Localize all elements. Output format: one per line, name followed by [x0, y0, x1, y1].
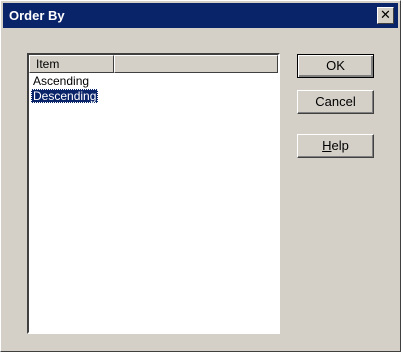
- list-item-label: Descending: [31, 89, 99, 103]
- cancel-button[interactable]: Cancel: [297, 90, 374, 114]
- list-item-descending[interactable]: Descending: [29, 89, 278, 104]
- close-icon: ✕: [380, 7, 391, 22]
- window-title: Order By: [9, 8, 65, 23]
- list-header: Item: [29, 55, 278, 73]
- column-header-empty[interactable]: [114, 55, 278, 73]
- list-item-label: Ascending: [33, 74, 90, 88]
- help-label: elp: [331, 138, 349, 153]
- ok-button[interactable]: OK: [297, 54, 374, 78]
- title-bar[interactable]: Order By ✕: [3, 3, 398, 28]
- help-accelerator: H: [322, 138, 332, 153]
- order-list[interactable]: Item Ascending Descending: [27, 53, 280, 334]
- list-body: Ascending Descending: [29, 74, 278, 332]
- order-by-dialog: Order By ✕ Item Ascending Descending OK …: [0, 0, 401, 352]
- help-button[interactable]: Help: [297, 134, 374, 158]
- close-button[interactable]: ✕: [377, 7, 394, 24]
- list-item-ascending[interactable]: Ascending: [29, 74, 278, 89]
- column-header-item[interactable]: Item: [29, 55, 114, 73]
